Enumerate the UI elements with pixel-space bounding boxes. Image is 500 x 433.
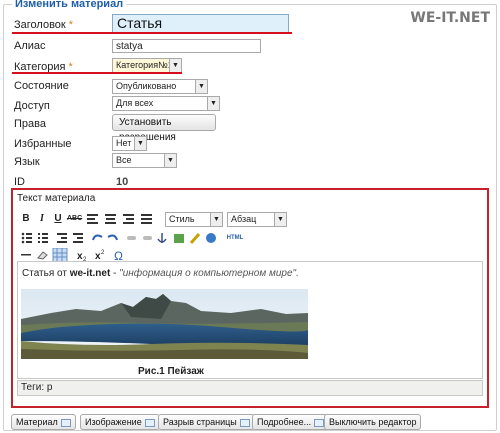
chevron-down-icon: ▼ <box>210 213 222 226</box>
state-label: Состояние <box>14 80 69 92</box>
chevron-down-icon: ▼ <box>274 213 286 226</box>
style-select[interactable]: Стиль ▼ <box>165 212 223 227</box>
access-value: Для всех <box>116 98 154 108</box>
editor-path-bar: Теги: p <box>17 380 483 396</box>
site-link-text: we-it.net <box>69 268 111 279</box>
html-source-button[interactable]: HTML <box>224 231 246 245</box>
article-editor: Текст материала B I U ABC Стиль ▼ Абзац ▼ <box>11 188 489 408</box>
style-select-value: Стиль <box>169 214 195 224</box>
image-icon <box>144 418 155 427</box>
paragraph-quote: "информация о компьютерном мире". <box>119 268 299 279</box>
title-input[interactable]: Статья <box>112 14 289 33</box>
site-watermark: WE-IT.NET <box>410 10 490 26</box>
landscape-image[interactable] <box>21 289 308 359</box>
language-value: Все <box>116 155 132 165</box>
toolbar-row-2-icons <box>21 232 216 244</box>
featured-value: Нет <box>116 138 132 148</box>
article-icon <box>60 418 71 427</box>
id-value: 10 <box>116 176 129 188</box>
read-more-button[interactable]: Подробнее... <box>252 414 330 430</box>
category-select[interactable]: Категория№1 ▼ <box>112 58 182 73</box>
editor-toolbar-row-1: B I U ABC Стиль ▼ Абзац ▼ <box>17 210 483 230</box>
rights-label: Права <box>14 118 46 130</box>
set-permissions-button[interactable]: Установить разрешения <box>112 114 216 143</box>
format-select[interactable]: Абзац ▼ <box>227 212 287 227</box>
page-break-button[interactable]: Разрыв страницы <box>158 414 255 430</box>
paragraph-dash: - <box>110 268 120 279</box>
fieldset-legend: Изменить материал <box>12 0 127 10</box>
chevron-down-icon: ▼ <box>164 154 176 167</box>
access-label: Доступ <box>14 100 50 112</box>
read-more-icon <box>314 418 325 427</box>
chevron-down-icon: ▼ <box>169 59 181 72</box>
insert-article-label: Материал <box>16 417 58 427</box>
featured-label: Избранные <box>14 138 72 150</box>
paragraph-text: Статья от <box>22 268 70 279</box>
chevron-down-icon: ▼ <box>207 97 219 110</box>
underline-icon[interactable]: U <box>51 212 65 226</box>
featured-select[interactable]: Нет ▼ <box>112 136 147 151</box>
bold-icon[interactable]: B <box>19 212 33 226</box>
editor-content-area[interactable]: Статья от we-it.net - "информация о комп… <box>17 261 483 379</box>
category-underline <box>12 72 182 74</box>
toolbar-row-3-icons: x2 x2 Ω <box>21 248 123 262</box>
chevron-down-icon: ▼ <box>134 137 146 150</box>
editor-paragraph: Статья от we-it.net - "информация о комп… <box>22 268 299 279</box>
insert-article-button[interactable]: Материал <box>11 414 76 430</box>
insert-image-label: Изображение <box>85 417 142 427</box>
id-label: ID <box>14 176 25 188</box>
page-break-icon <box>239 418 250 427</box>
italic-icon[interactable]: I <box>35 212 49 226</box>
language-label: Язык <box>14 156 40 168</box>
page-break-label: Разрыв страницы <box>163 417 237 427</box>
align-icons <box>87 214 152 224</box>
title-underline <box>12 32 292 34</box>
alias-input[interactable]: statya <box>112 39 261 53</box>
insert-image-button[interactable]: Изображение <box>80 414 160 430</box>
state-select[interactable]: Опубликовано ▼ <box>112 79 208 94</box>
toggle-editor-button[interactable]: Выключить редактор <box>324 414 422 430</box>
chevron-down-icon: ▼ <box>195 80 207 93</box>
access-select[interactable]: Для всех ▼ <box>112 96 220 111</box>
language-select[interactable]: Все ▼ <box>112 153 177 168</box>
read-more-label: Подробнее... <box>257 417 312 427</box>
format-select-value: Абзац <box>231 214 257 224</box>
state-value: Опубликовано <box>116 81 177 91</box>
strikethrough-icon[interactable]: ABC <box>67 212 82 226</box>
svg-text:2: 2 <box>101 250 105 256</box>
editor-label: Текст материала <box>17 193 96 204</box>
required-mark: * <box>68 19 73 31</box>
alias-label: Алиас <box>14 40 46 52</box>
image-caption: Рис.1 Пейзаж <box>138 366 204 377</box>
title-label: Заголовок * <box>14 19 73 31</box>
category-value: Категория№1 <box>116 60 173 70</box>
